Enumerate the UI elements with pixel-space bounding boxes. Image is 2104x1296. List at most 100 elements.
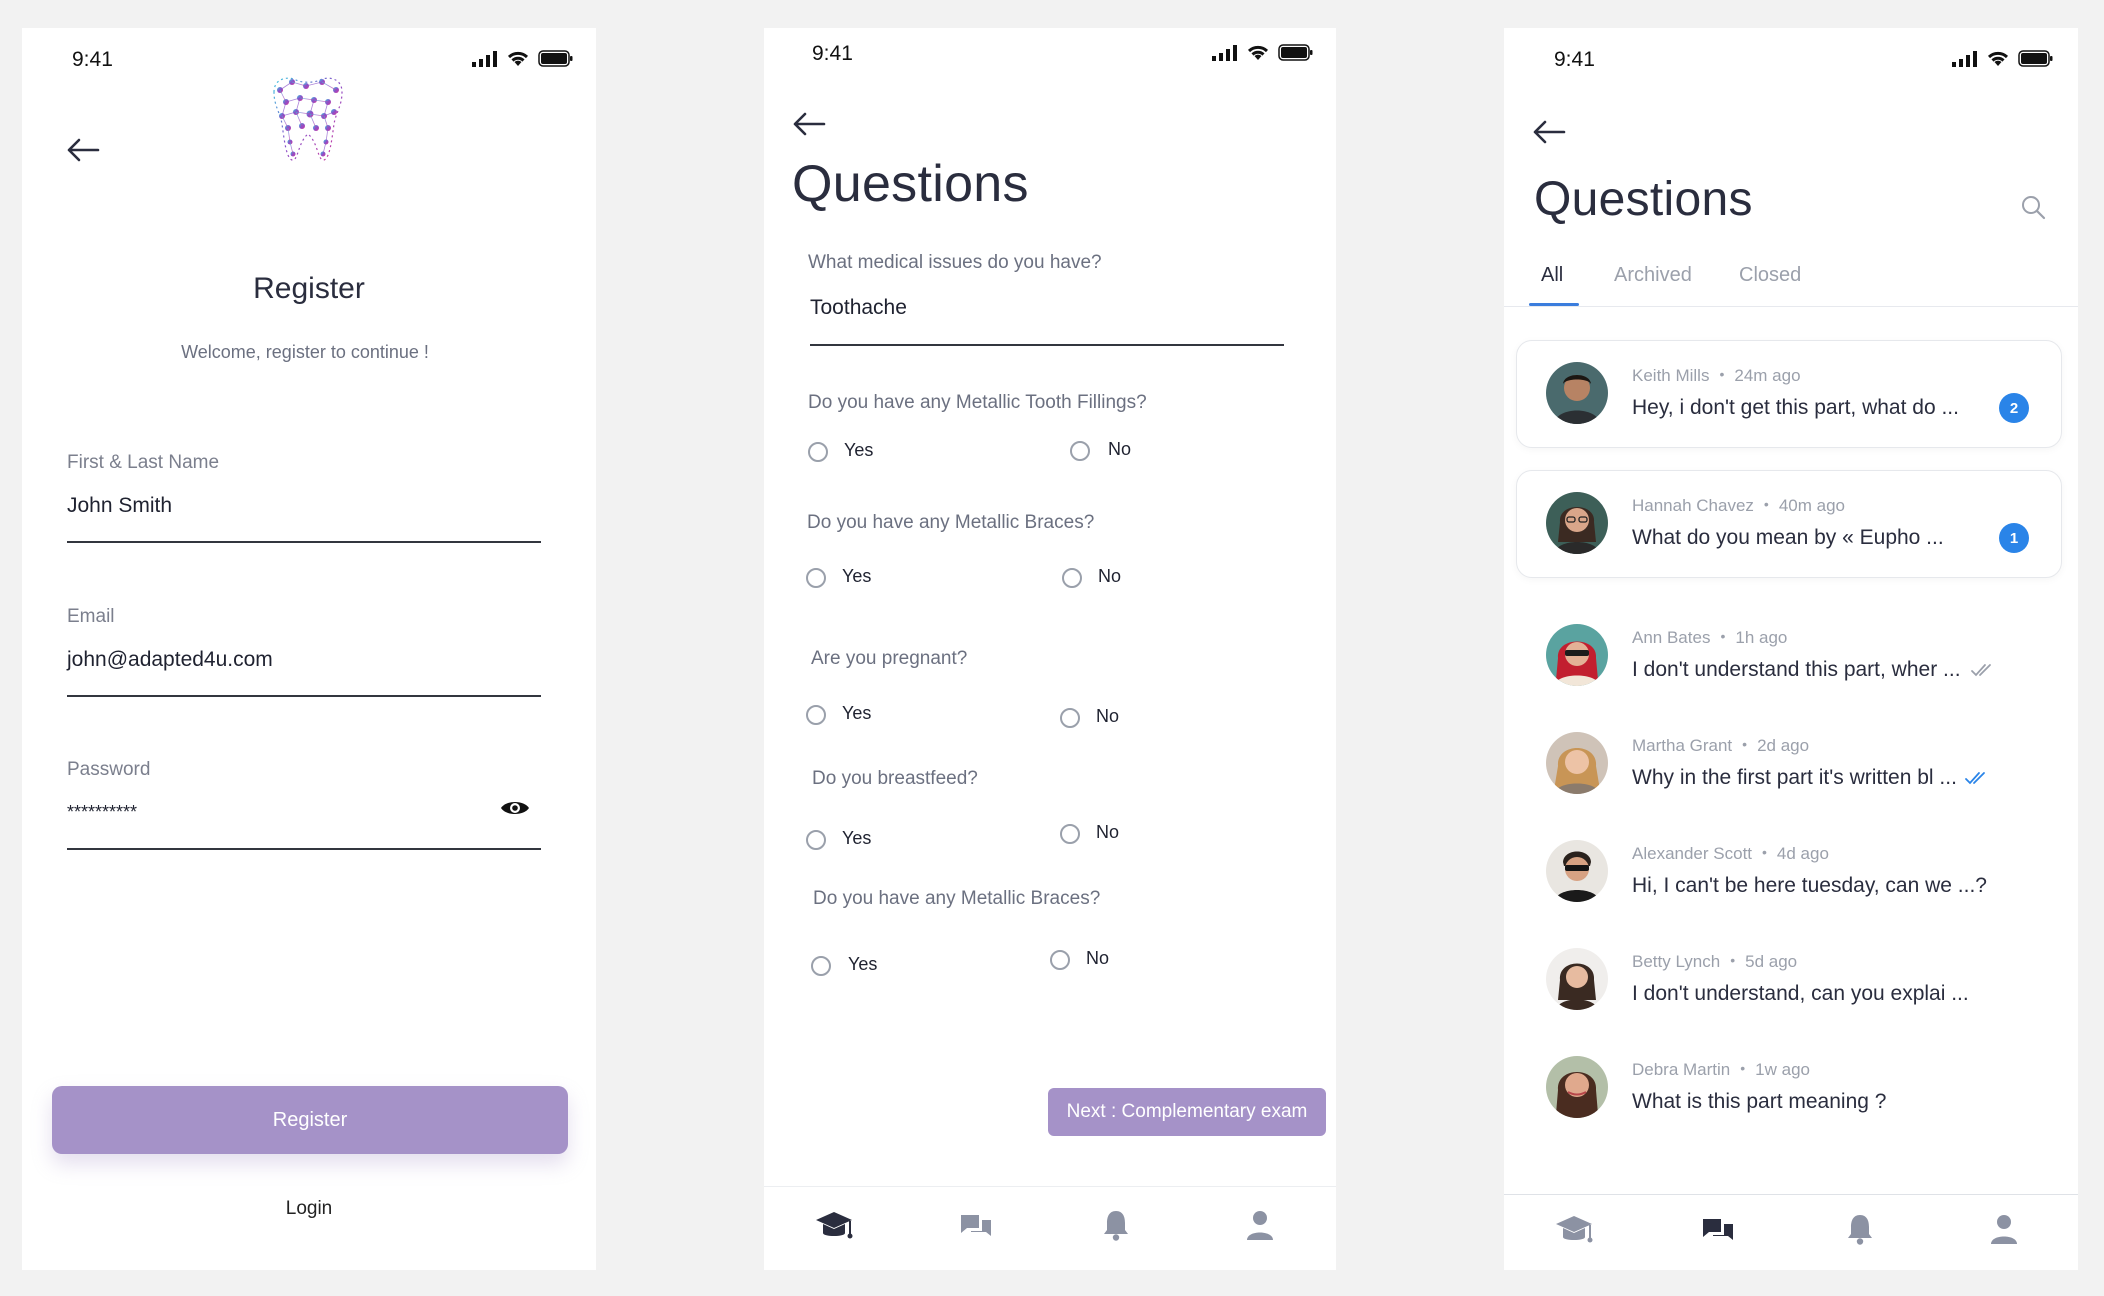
email-field-label: Email xyxy=(67,606,115,627)
radio-no-label: No xyxy=(1098,566,1122,586)
graduation-cap-icon[interactable] xyxy=(1552,1209,1596,1253)
page-title: Questions xyxy=(792,155,1029,213)
login-link[interactable]: Login xyxy=(22,1198,596,1220)
battery-icon xyxy=(538,50,573,67)
status-icons xyxy=(1212,44,1314,61)
questions-list-screen: 9:41 Questions All Archived Closed Keith… xyxy=(1504,28,2078,1270)
message-time: 24m ago xyxy=(1734,366,1801,385)
back-arrow-icon[interactable] xyxy=(792,106,826,142)
double-check-icon xyxy=(1970,662,1996,683)
sender-name: Ann Bates xyxy=(1632,628,1711,647)
tab-all[interactable]: All xyxy=(1541,264,1563,287)
message-time: 5d ago xyxy=(1745,952,1798,971)
message-meta: Alexander Scott • 4d ago xyxy=(1632,844,1829,863)
register-subtitle: Welcome, register to continue ! xyxy=(181,342,429,362)
signal-icon xyxy=(1952,50,1977,67)
back-arrow-icon[interactable] xyxy=(1532,114,1566,150)
signal-icon xyxy=(1212,44,1237,61)
register-button[interactable]: Register xyxy=(52,1086,568,1154)
message-meta: Betty Lynch • 5d ago xyxy=(1632,952,1798,971)
password-field[interactable]: ********** xyxy=(67,802,137,823)
message-preview: Why in the first part it's written bl ..… xyxy=(1632,766,1957,789)
chat-bubbles-icon[interactable] xyxy=(954,1205,998,1249)
register-screen: 9:41 Register Welcome, register to conti… xyxy=(22,28,596,1270)
battery-icon xyxy=(2018,50,2053,67)
name-field-label: First & Last Name xyxy=(67,452,220,473)
message-preview: What do you mean by « Eupho ... xyxy=(1632,526,1944,549)
tabs-divider xyxy=(1504,306,2078,307)
user-icon[interactable] xyxy=(1982,1207,2026,1251)
radio-no[interactable] xyxy=(1070,441,1090,461)
next-button[interactable]: Next : Complementary exam xyxy=(1048,1088,1326,1136)
status-time: 9:41 xyxy=(812,42,853,65)
status-icons xyxy=(472,50,574,67)
unread-badge: 2 xyxy=(1999,393,2029,423)
radio-no[interactable] xyxy=(1050,950,1070,970)
tooth-logo xyxy=(266,72,350,173)
radio-yes[interactable] xyxy=(806,568,826,588)
user-icon[interactable] xyxy=(1238,1203,1282,1247)
status-time: 9:41 xyxy=(72,48,113,71)
question-label: Do you have any Metallic Braces? xyxy=(807,512,1095,533)
email-field-underline xyxy=(67,695,541,697)
eye-icon[interactable] xyxy=(500,798,530,823)
tab-archived[interactable]: Archived xyxy=(1614,264,1692,287)
radio-no[interactable] xyxy=(1060,824,1080,844)
avatar xyxy=(1546,1056,1608,1118)
bottom-tab-bar xyxy=(764,1186,1336,1270)
message-time: 2d ago xyxy=(1757,736,1810,755)
radio-yes[interactable] xyxy=(808,442,828,462)
bottom-tab-bar xyxy=(1504,1194,2078,1270)
wifi-icon xyxy=(1247,45,1269,60)
radio-yes-label: Yes xyxy=(842,828,872,848)
radio-no[interactable] xyxy=(1062,568,1082,588)
chat-bubbles-icon[interactable] xyxy=(1696,1209,1740,1253)
radio-yes-label: Yes xyxy=(848,954,878,974)
radio-yes-label: Yes xyxy=(844,440,874,460)
battery-icon xyxy=(1278,44,1313,61)
sender-name: Debra Martin xyxy=(1632,1060,1731,1079)
radio-yes[interactable] xyxy=(806,830,826,850)
wifi-icon xyxy=(1987,51,2009,66)
message-meta: Keith Mills • 24m ago xyxy=(1632,366,1801,385)
medical-issues-input[interactable]: Toothache xyxy=(810,296,907,320)
bell-icon[interactable] xyxy=(1838,1207,1882,1251)
message-meta: Debra Martin • 1w ago xyxy=(1632,1060,1810,1079)
bell-icon[interactable] xyxy=(1094,1203,1138,1247)
message-meta: Martha Grant • 2d ago xyxy=(1632,736,1810,755)
register-title: Register xyxy=(253,272,365,305)
avatar xyxy=(1546,948,1608,1010)
radio-no-label: No xyxy=(1096,706,1120,726)
sender-name: Keith Mills xyxy=(1632,366,1710,385)
avatar xyxy=(1546,362,1608,424)
radio-no-label: No xyxy=(1096,822,1120,842)
radio-no[interactable] xyxy=(1060,708,1080,728)
avatar xyxy=(1546,732,1608,794)
question-label: Do you breastfeed? xyxy=(812,768,978,789)
graduation-cap-icon[interactable] xyxy=(812,1205,856,1249)
name-field[interactable]: John Smith xyxy=(67,494,172,518)
message-meta: Ann Bates • 1h ago xyxy=(1632,628,1788,647)
double-check-icon xyxy=(1964,770,1990,791)
radio-yes[interactable] xyxy=(806,705,826,725)
search-icon[interactable] xyxy=(2020,194,2046,225)
message-meta: Hannah Chavez • 40m ago xyxy=(1632,496,1845,515)
message-preview: Hi, I can't be here tuesday, can we ...? xyxy=(1632,874,1987,897)
sender-name: Hannah Chavez xyxy=(1632,496,1754,515)
tab-closed[interactable]: Closed xyxy=(1739,264,1801,287)
message-time: 1h ago xyxy=(1735,628,1788,647)
message-preview: I don't understand, can you explai ... xyxy=(1632,982,1969,1005)
email-field[interactable]: john@adapted4u.com xyxy=(67,648,273,672)
signal-icon xyxy=(472,50,497,67)
question-label: Do you have any Metallic Tooth Fillings? xyxy=(808,392,1147,413)
radio-yes[interactable] xyxy=(811,956,831,976)
wifi-icon xyxy=(507,51,529,66)
radio-no-label: No xyxy=(1086,948,1110,968)
status-time: 9:41 xyxy=(1554,48,1595,71)
password-field-label: Password xyxy=(67,759,151,780)
password-field-underline xyxy=(67,848,541,850)
message-preview: Hey, i don't get this part, what do ... xyxy=(1632,396,1959,419)
back-arrow-icon[interactable] xyxy=(66,132,100,168)
avatar xyxy=(1546,492,1608,554)
radio-yes-label: Yes xyxy=(842,703,872,723)
